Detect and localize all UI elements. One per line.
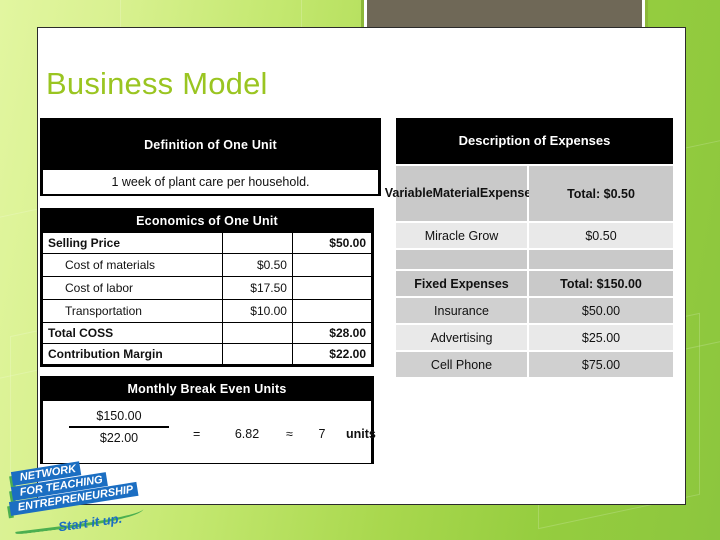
economics-row-label: Contribution Margin bbox=[43, 344, 222, 364]
table-row: Miracle Grow $0.50 bbox=[396, 223, 673, 248]
expense-row-label: Fixed Expenses bbox=[396, 271, 527, 296]
economics-row-value bbox=[292, 254, 371, 276]
breakeven-denominator: $22.00 bbox=[99, 431, 139, 445]
table-row: Transportation $10.00 bbox=[43, 300, 371, 322]
economics-row-label: Total COSS bbox=[43, 323, 222, 343]
table-row: Advertising $25.00 bbox=[396, 325, 673, 350]
table-row: Selling Price $50.00 bbox=[43, 233, 371, 253]
breakeven-formula: $150.00 $22.00 = 6.82 ≈ 7 units bbox=[43, 401, 376, 463]
monthly-break-even-units-table: Monthly Break Even Units $150.00 $22.00 … bbox=[40, 376, 376, 464]
economics-row-subvalue bbox=[222, 233, 292, 253]
equals-sign: = bbox=[193, 427, 201, 441]
table-row: Cost of materials $0.50 bbox=[43, 254, 371, 276]
table-row bbox=[396, 250, 673, 269]
page-title: Business Model bbox=[46, 66, 268, 101]
expense-row-value bbox=[529, 250, 673, 269]
economics-row-subvalue: $0.50 bbox=[222, 254, 292, 276]
expenses-table-header: Description of Expenses bbox=[396, 118, 673, 164]
economics-row-label: Cost of materials bbox=[43, 254, 222, 276]
table-row: Fixed Expenses Total: $150.00 bbox=[396, 271, 673, 296]
definition-table-value: 1 week of plant care per household. bbox=[43, 170, 378, 194]
expense-row-value: Total: $0.50 bbox=[529, 166, 673, 221]
expense-row-label: Advertising bbox=[396, 325, 527, 350]
table-row: Cell Phone $75.00 bbox=[396, 352, 673, 377]
expense-row-label: Miracle Grow bbox=[396, 223, 527, 248]
expense-row-value: $50.00 bbox=[529, 298, 673, 323]
breakeven-quotient: 6.82 bbox=[234, 427, 260, 441]
table-row: Contribution Margin $22.00 bbox=[43, 344, 371, 364]
units-label: units bbox=[346, 427, 376, 441]
economics-row-subvalue bbox=[222, 344, 292, 364]
nfte-logo: NETWORK FOR TEACHING ENTREPRENEURSHIP St… bbox=[4, 461, 154, 535]
expense-row-value: Total: $150.00 bbox=[529, 271, 673, 296]
table-row: Insurance $50.00 bbox=[396, 298, 673, 323]
economics-row-subvalue: $17.50 bbox=[222, 277, 292, 299]
expense-row-label bbox=[396, 250, 527, 269]
economics-of-one-unit-table: Economics of One Unit Selling Price $50.0… bbox=[40, 208, 374, 367]
table-row: Total COSS $28.00 bbox=[43, 323, 371, 343]
table-row: Cost of labor $17.50 bbox=[43, 277, 371, 299]
expense-row-value: $75.00 bbox=[529, 352, 673, 377]
expense-row-label: Cell Phone bbox=[396, 352, 527, 377]
economics-row-value: $50.00 bbox=[292, 233, 371, 253]
definition-table-header: Definition of One Unit bbox=[42, 120, 379, 170]
economics-row-value: $28.00 bbox=[292, 323, 371, 343]
definition-of-one-unit-table: Definition of One Unit 1 week of plant c… bbox=[40, 118, 381, 196]
economics-row-subvalue bbox=[222, 323, 292, 343]
table-row: Variable Material Expenses Total: $0.50 bbox=[385, 166, 673, 221]
expenses-table-body: Variable Material Expenses Total: $0.50 Mira… bbox=[385, 166, 673, 377]
expense-row-value: $25.00 bbox=[529, 325, 673, 350]
expense-row-value: $0.50 bbox=[529, 223, 673, 248]
expense-row-label: Variable Material Expenses bbox=[385, 166, 538, 221]
economics-table-body: Selling Price $50.00 Cost of materials $0.5… bbox=[42, 233, 372, 364]
economics-table-header: Economics of One Unit bbox=[136, 214, 278, 228]
description-of-expenses-table: Description of Expenses Variable Material… bbox=[385, 118, 673, 393]
economics-row-label: Selling Price bbox=[43, 233, 222, 253]
economics-row-label: Transportation bbox=[43, 300, 222, 322]
economics-row-subvalue: $10.00 bbox=[222, 300, 292, 322]
breakeven-table-header: Monthly Break Even Units bbox=[127, 382, 287, 396]
expense-row-label: Insurance bbox=[396, 298, 527, 323]
approximately-equal-sign: ≈ bbox=[286, 427, 293, 441]
economics-row-value bbox=[292, 300, 371, 322]
economics-row-value: $22.00 bbox=[292, 344, 371, 364]
economics-row-value bbox=[292, 277, 371, 299]
breakeven-rounded-units: 7 bbox=[318, 427, 326, 441]
breakeven-numerator: $150.00 bbox=[96, 409, 142, 423]
economics-row-label: Cost of labor bbox=[43, 277, 222, 299]
breakeven-fraction: $150.00 $22.00 bbox=[63, 409, 175, 445]
